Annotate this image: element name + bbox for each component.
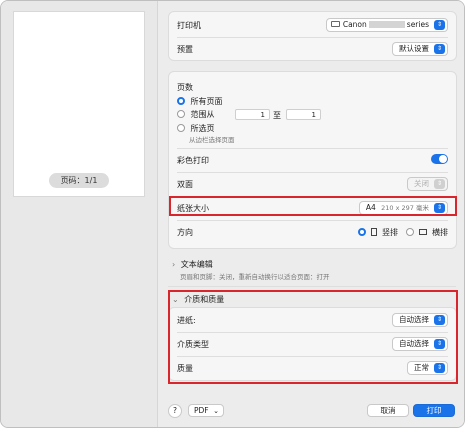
- pages-selected-hint: 从边栏选择页面: [189, 136, 235, 144]
- chevron-updown-icon: ⇕: [434, 179, 445, 189]
- main-settings-card: 页数 所有页面 范围从 1 至 1 所选页 从边栏选择页面 彩色打印 双面 关闭…: [168, 71, 457, 249]
- text-edit-section[interactable]: › 文本编辑: [172, 259, 213, 270]
- orientation-portrait-option[interactable]: 竖排: [357, 227, 398, 238]
- help-button[interactable]: ?: [168, 404, 182, 418]
- divider: [177, 148, 448, 149]
- divider: [177, 172, 448, 173]
- portrait-label: 竖排: [382, 228, 398, 237]
- print-dialog: 页码：1/1 打印机 Canon series ⇕ 预置 默认设置 ⇕ 页数 所…: [0, 0, 465, 428]
- chevron-down-icon: ⌄: [213, 407, 219, 415]
- color-print-row: 彩色打印: [169, 150, 456, 170]
- media-quality-highlight: [168, 290, 458, 384]
- printer-model-redacted: [368, 21, 405, 28]
- radio-icon: [405, 228, 414, 236]
- page-count-badge: 页码：1/1: [49, 173, 109, 188]
- settings-pane: 打印机 Canon series ⇕ 预置 默认设置 ⇕ 页数 所有页面 范围从…: [158, 1, 464, 427]
- presets-label: 预置: [177, 45, 193, 54]
- radio-selected-icon: [357, 228, 366, 236]
- color-print-label: 彩色打印: [177, 156, 209, 165]
- chevron-right-icon: ›: [172, 260, 176, 269]
- duplex-value: 关闭: [414, 179, 429, 188]
- pdf-label: PDF: [194, 406, 209, 415]
- chevron-updown-icon: ⇕: [434, 20, 445, 30]
- printer-row: 打印机 Canon series ⇕: [169, 15, 456, 35]
- orientation-landscape-option[interactable]: 横排: [405, 227, 448, 238]
- portrait-icon: [371, 228, 378, 236]
- printer-label: 打印机: [177, 21, 201, 30]
- page-to-input[interactable]: 1: [286, 109, 321, 120]
- text-edit-title: 文本编辑: [180, 260, 213, 269]
- chevron-updown-icon: ⇕: [434, 44, 445, 54]
- pages-selected-option[interactable]: 所选页: [177, 123, 215, 134]
- pages-title: 页数: [177, 83, 193, 92]
- text-edit-desc: 页眉和页脚：关闭，重新自动换行以适合页面：打开: [180, 273, 330, 281]
- presets-row: 预置 默认设置 ⇕: [169, 39, 456, 59]
- duplex-select[interactable]: 关闭 ⇕: [407, 177, 448, 191]
- duplex-row: 双面 关闭 ⇕: [169, 174, 456, 194]
- duplex-label: 双面: [177, 180, 193, 189]
- preview-pane: 页码：1/1: [1, 1, 158, 427]
- divider: [177, 37, 448, 38]
- orientation-label: 方向: [177, 228, 193, 237]
- printer-select[interactable]: Canon series ⇕: [325, 18, 448, 32]
- orientation-row: 方向 竖排 横排: [169, 222, 456, 242]
- print-button[interactable]: 打印: [413, 404, 455, 417]
- printer-card: 打印机 Canon series ⇕ 预置 默认设置 ⇕: [168, 11, 457, 61]
- to-label: 至: [273, 111, 281, 120]
- pages-all-label: 所有页面: [190, 97, 223, 106]
- divider: [168, 286, 456, 287]
- pages-all-option[interactable]: 所有页面: [177, 96, 223, 107]
- pages-range-label: 范围从: [190, 110, 215, 119]
- page-from-input[interactable]: 1: [235, 109, 270, 120]
- pages-selected-label: 所选页: [190, 124, 215, 133]
- paper-size-highlight: [169, 196, 457, 216]
- landscape-icon: [419, 229, 428, 235]
- pdf-menu-button[interactable]: PDF ⌄: [188, 404, 224, 417]
- printer-series: series: [406, 20, 429, 29]
- radio-selected-icon: [177, 97, 185, 105]
- printer-brand: Canon: [342, 20, 367, 29]
- cancel-button[interactable]: 取消: [367, 404, 409, 417]
- presets-select[interactable]: 默认设置 ⇕: [392, 42, 448, 56]
- landscape-label: 横排: [432, 228, 448, 237]
- radio-icon: [177, 110, 185, 118]
- radio-icon: [177, 124, 185, 132]
- presets-value: 默认设置: [399, 44, 429, 53]
- page-preview: [13, 11, 145, 197]
- color-print-toggle[interactable]: [431, 154, 448, 164]
- divider: [177, 220, 448, 221]
- printer-icon: [330, 21, 340, 27]
